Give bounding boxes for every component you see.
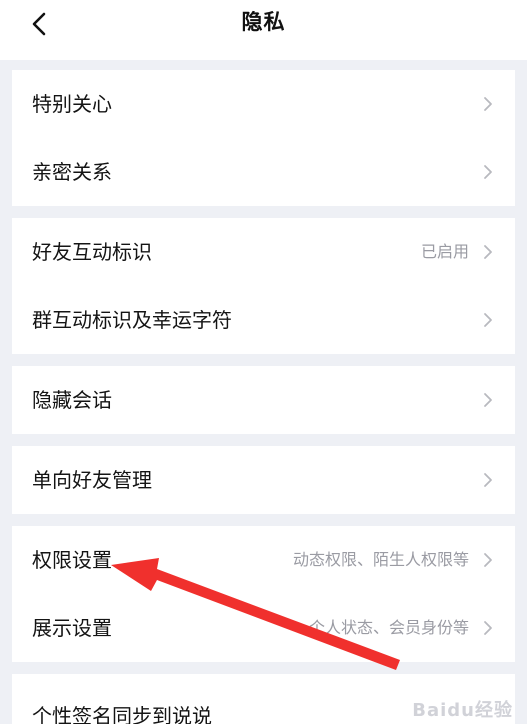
settings-group-4: 单向好友管理 [12, 446, 515, 514]
hidden-conversations-row[interactable]: 隐藏会话 [12, 366, 515, 434]
chevron-right-icon [484, 621, 492, 635]
display-settings-row[interactable]: 展示设置 个人状态、会员身份等 [12, 594, 515, 662]
row-label: 亲密关系 [32, 160, 112, 184]
permission-settings-row[interactable]: 权限设置 动态权限、陌生人权限等 [12, 526, 515, 594]
settings-group-3: 隐藏会话 [12, 366, 515, 434]
row-label: 隐藏会话 [32, 388, 112, 412]
row-label: 权限设置 [32, 548, 112, 572]
row-label: 单向好友管理 [32, 468, 152, 492]
top-bar: 隐私 [0, 0, 527, 60]
chevron-right-icon [484, 313, 492, 327]
chevron-right-icon [484, 473, 492, 487]
special-care-row[interactable]: 特别关心 [12, 70, 515, 138]
settings-group-5: 权限设置 动态权限、陌生人权限等 展示设置 个人状态、会员身份等 [12, 526, 515, 662]
row-value: 动态权限、陌生人权限等 [292, 550, 469, 569]
one-way-friends-row[interactable]: 单向好友管理 [12, 446, 515, 514]
row-label: 群互动标识及幸运字符 [32, 308, 232, 332]
intimate-relation-row[interactable]: 亲密关系 [12, 138, 515, 206]
back-button[interactable] [24, 9, 54, 39]
chevron-right-icon [484, 245, 492, 259]
group-interaction-badge-row[interactable]: 群互动标识及幸运字符 [12, 286, 515, 354]
row-value: 已启用 [420, 242, 469, 261]
chevron-right-icon [484, 97, 492, 111]
row-label: 个性签名同步到说说 [32, 704, 212, 724]
chevron-right-icon [484, 553, 492, 567]
chevron-right-icon [484, 393, 492, 407]
chevron-right-icon [484, 165, 492, 179]
row-label: 展示设置 [32, 616, 112, 640]
chevron-left-icon [32, 12, 46, 36]
row-value: 个人状态、会员身份等 [308, 618, 469, 637]
friend-interaction-badge-row[interactable]: 好友互动标识 已启用 [12, 218, 515, 286]
watermark-logo: Baidu经验 [412, 700, 513, 721]
settings-group-1: 特别关心 亲密关系 [12, 70, 515, 206]
row-label: 特别关心 [32, 92, 112, 116]
settings-group-2: 好友互动标识 已启用 群互动标识及幸运字符 [12, 218, 515, 354]
row-label: 好友互动标识 [32, 240, 152, 264]
page-title: 隐私 [241, 10, 286, 34]
